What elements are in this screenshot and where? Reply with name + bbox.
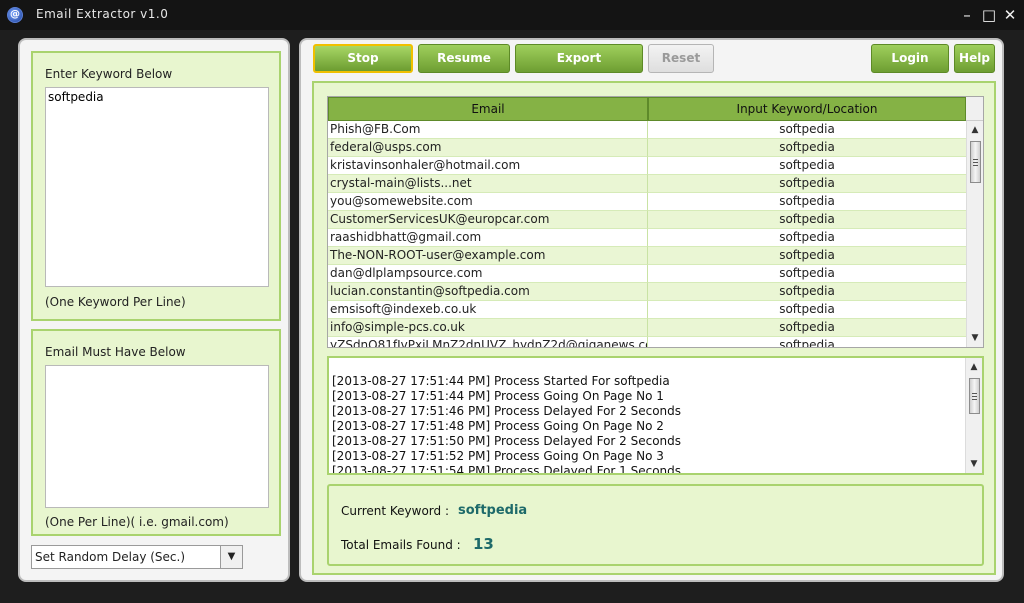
table-header: Email Input Keyword/Location bbox=[328, 97, 966, 121]
table-row[interactable]: dan@dlplampsource.com softpedia bbox=[328, 265, 966, 283]
email-cell: emsisoft@indexeb.co.uk bbox=[328, 301, 648, 319]
keyword-cell: softpedia bbox=[648, 319, 966, 337]
close-button[interactable]: ✕ bbox=[1001, 6, 1019, 24]
stats-panel: Current Keyword : softpedia Total Emails… bbox=[327, 484, 984, 566]
email-cell: yZSdnQ81fIvPxiLMnZ2dnUVZ_hydnZ2d@giganew… bbox=[328, 337, 648, 347]
email-cell: info@simple-pcs.co.uk bbox=[328, 319, 648, 337]
email-cell: lucian.constantin@softpedia.com bbox=[328, 283, 648, 301]
total-emails-value: 13 bbox=[473, 535, 494, 553]
results-area: Email Input Keyword/Location Phish@FB.Co… bbox=[312, 81, 996, 575]
scrollbar-thumb[interactable] bbox=[970, 141, 981, 183]
random-delay-select[interactable]: Set Random Delay (Sec.) ▼ bbox=[31, 545, 243, 569]
keyword-cell: softpedia bbox=[648, 175, 966, 193]
keyword-cell: softpedia bbox=[648, 229, 966, 247]
scroll-up-icon[interactable]: ▲ bbox=[966, 359, 982, 375]
reset-button[interactable]: Reset bbox=[648, 44, 714, 73]
email-cell: raashidbhatt@gmail.com bbox=[328, 229, 648, 247]
side-panel: Enter Keyword Below (One Keyword Per Lin… bbox=[18, 38, 290, 582]
email-cell: you@somewebsite.com bbox=[328, 193, 648, 211]
scroll-down-icon[interactable]: ▼ bbox=[967, 330, 983, 346]
keyword-cell: softpedia bbox=[648, 121, 966, 139]
email-cell: CustomerServicesUK@europcar.com bbox=[328, 211, 648, 229]
resume-button[interactable]: Resume bbox=[418, 44, 510, 73]
table-row[interactable]: CustomerServicesUK@europcar.com softpedia bbox=[328, 211, 966, 229]
window-title: Email Extractor v1.0 bbox=[36, 7, 169, 21]
table-scrollbar[interactable]: ▲ ▼ bbox=[966, 121, 983, 347]
table-rows: Phish@FB.Com softpedia federal@usps.com sof… bbox=[328, 121, 966, 347]
minimize-button[interactable]: – bbox=[958, 6, 976, 24]
chevron-down-icon[interactable]: ▼ bbox=[220, 546, 242, 568]
total-emails-label: Total Emails Found : bbox=[341, 538, 461, 552]
main-panel: Stop Resume Export Reset Login Help Emai… bbox=[299, 38, 1004, 582]
keyword-cell: softpedia bbox=[648, 157, 966, 175]
email-cell: The-NON-ROOT-user@example.com bbox=[328, 247, 648, 265]
random-delay-value: Set Random Delay (Sec.) bbox=[35, 550, 186, 564]
table-row[interactable]: you@somewebsite.com softpedia bbox=[328, 193, 966, 211]
keyword-cell: softpedia bbox=[648, 193, 966, 211]
table-row[interactable]: The-NON-ROOT-user@example.com softpedia bbox=[328, 247, 966, 265]
log-line: [2013-08-27 17:51:48 PM] Process Going O… bbox=[332, 419, 664, 433]
must-have-group: Email Must Have Below (One Per Line)( i.… bbox=[31, 329, 281, 536]
table-row[interactable]: kristavinsonhaler@hotmail.com softpedia bbox=[328, 157, 966, 175]
log-scrollbar[interactable]: ▲ ▼ bbox=[965, 358, 982, 473]
column-header-keyword[interactable]: Input Keyword/Location bbox=[648, 97, 966, 121]
keyword-group: Enter Keyword Below (One Keyword Per Lin… bbox=[31, 51, 281, 321]
keyword-label: Enter Keyword Below bbox=[45, 67, 173, 81]
must-have-hint: (One Per Line)( i.e. gmail.com) bbox=[45, 515, 229, 529]
scroll-up-icon[interactable]: ▲ bbox=[967, 122, 983, 138]
current-keyword-label: Current Keyword : bbox=[341, 504, 449, 518]
email-cell: kristavinsonhaler@hotmail.com bbox=[328, 157, 648, 175]
keyword-cell: softpedia bbox=[648, 139, 966, 157]
process-log: [2013-08-27 17:51:44 PM] Process Started… bbox=[327, 356, 984, 475]
log-line: [2013-08-27 17:51:44 PM] Process Going O… bbox=[332, 389, 664, 403]
export-button[interactable]: Export bbox=[515, 44, 643, 73]
email-cell: crystal-main@lists...net bbox=[328, 175, 648, 193]
log-line: [2013-08-27 17:51:50 PM] Process Delayed… bbox=[332, 434, 682, 448]
keyword-cell: softpedia bbox=[648, 283, 966, 301]
log-line: [2013-08-27 17:51:46 PM] Process Delayed… bbox=[332, 404, 682, 418]
column-header-email[interactable]: Email bbox=[328, 97, 648, 121]
keyword-input[interactable] bbox=[45, 87, 269, 287]
keyword-cell: softpedia bbox=[648, 337, 966, 347]
current-keyword-value: softpedia bbox=[458, 503, 528, 518]
results-table: Email Input Keyword/Location Phish@FB.Co… bbox=[327, 96, 984, 348]
log-line: [2013-08-27 17:51:54 PM] Process Delayed… bbox=[332, 464, 682, 475]
login-button[interactable]: Login bbox=[871, 44, 949, 73]
header-corner bbox=[966, 97, 983, 121]
keyword-cell: softpedia bbox=[648, 301, 966, 319]
table-row[interactable]: crystal-main@lists...net softpedia bbox=[328, 175, 966, 193]
table-row[interactable]: Phish@FB.Com softpedia bbox=[328, 121, 966, 139]
keyword-hint: (One Keyword Per Line) bbox=[45, 295, 186, 309]
keyword-cell: softpedia bbox=[648, 211, 966, 229]
table-row[interactable]: lucian.constantin@softpedia.com softpedia bbox=[328, 283, 966, 301]
must-have-input[interactable] bbox=[45, 365, 269, 508]
must-have-label: Email Must Have Below bbox=[45, 345, 186, 359]
log-line: [2013-08-27 17:51:52 PM] Process Going O… bbox=[332, 449, 664, 463]
title-bar: @ Email Extractor v1.0 – □ ✕ bbox=[0, 0, 1024, 30]
table-row[interactable]: raashidbhatt@gmail.com softpedia bbox=[328, 229, 966, 247]
table-row[interactable]: emsisoft@indexeb.co.uk softpedia bbox=[328, 301, 966, 319]
log-line: [2013-08-27 17:51:44 PM] Process Started… bbox=[332, 374, 670, 388]
table-row[interactable]: info@simple-pcs.co.uk softpedia bbox=[328, 319, 966, 337]
email-cell: federal@usps.com bbox=[328, 139, 648, 157]
email-cell: Phish@FB.Com bbox=[328, 121, 648, 139]
scrollbar-thumb[interactable] bbox=[969, 378, 980, 414]
table-row[interactable]: yZSdnQ81fIvPxiLMnZ2dnUVZ_hydnZ2d@giganew… bbox=[328, 337, 966, 347]
table-row[interactable]: federal@usps.com softpedia bbox=[328, 139, 966, 157]
log-lines: [2013-08-27 17:51:44 PM] Process Started… bbox=[332, 374, 682, 475]
stop-button[interactable]: Stop bbox=[313, 44, 413, 73]
email-cell: dan@dlplampsource.com bbox=[328, 265, 648, 283]
scroll-down-icon[interactable]: ▼ bbox=[966, 456, 982, 472]
keyword-cell: softpedia bbox=[648, 247, 966, 265]
help-button[interactable]: Help bbox=[954, 44, 995, 73]
maximize-button[interactable]: □ bbox=[980, 6, 998, 24]
at-icon: @ bbox=[7, 7, 23, 23]
keyword-cell: softpedia bbox=[648, 265, 966, 283]
